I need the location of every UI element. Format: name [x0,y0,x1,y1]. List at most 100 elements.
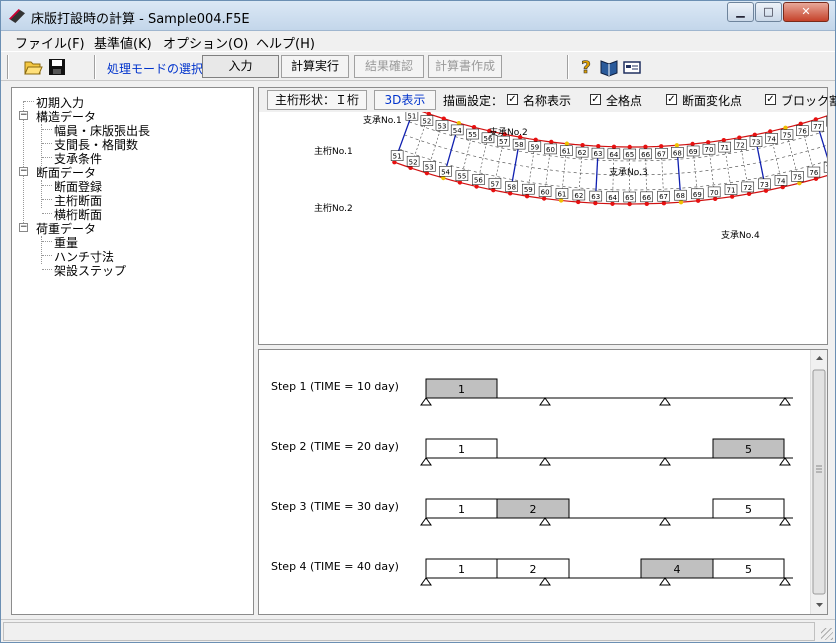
girder1-node-label: 59 [530,144,539,152]
help-icon[interactable]: ? [576,57,596,77]
open-folder-icon[interactable] [23,57,43,77]
tree-connector [42,255,52,256]
erection-step: Step 2 (TIME = 20 day) 1 5 [271,438,793,466]
node-point [661,201,667,206]
girder2-node-label: 65 [625,194,634,202]
menu-file[interactable]: ファイル(F) [15,33,85,52]
step-label: Step 4 (TIME = 40 day) [271,560,399,573]
support-label: 支承No.3 [609,166,648,178]
erection-step: Step 4 (TIME = 40 day) 1 2 4 5 [271,558,793,586]
node-point [507,191,513,196]
girder2-node-label: 77 [826,164,827,172]
girder2-node-label: 54 [441,168,450,176]
girder1-node-label: 73 [752,139,761,147]
save-icon[interactable] [47,57,67,77]
support-label: 支承No.1 [363,114,402,126]
girder-label: 主桁No.1 [314,145,353,157]
node-point [678,199,684,205]
slab-block-number: 5 [745,503,752,516]
tree-connector [42,129,52,130]
menu-standard-values[interactable]: 基準値(K) [94,33,152,52]
tree-item-erection-step[interactable]: 架設ステップ [54,262,126,279]
support-icon [420,457,432,466]
girder2-node-label: 75 [793,173,802,181]
girder-shape-button[interactable]: 主桁形状：Ｉ桁 [267,90,367,110]
node-point [695,198,701,203]
all-nodes-checkbox[interactable]: ✓ [590,94,601,105]
node-point [643,144,648,150]
girder1-node-label: 74 [767,135,776,143]
slab-block-number: 2 [530,563,537,576]
app-icon [9,9,25,23]
girder1-node-label: 57 [499,138,508,146]
book-icon[interactable] [599,57,619,77]
node-point [564,141,570,146]
node-point [674,143,680,148]
slab-block-number: 5 [745,563,752,576]
collapse-icon[interactable]: − [19,167,28,176]
node-point [763,188,769,193]
resize-grip-icon[interactable] [821,628,833,640]
girder-plan-drawing[interactable]: 51 52 53 54 55 56 57 58 59 60 61 62 63 64 65 66 67 68 69 70… [259,112,827,344]
girder2-node-label: 58 [507,183,516,191]
input-mode-button[interactable]: 入力 [202,55,279,78]
maximize-button[interactable]: □ [755,2,782,22]
girder2-node-label: 60 [541,189,550,197]
support-icon [779,577,791,586]
menu-options[interactable]: オプション(O) [163,33,248,52]
lateral-line [404,134,827,176]
menu-help[interactable]: ヘルプ(H) [256,33,315,52]
girder1-node-label: 53 [438,122,447,130]
close-button[interactable]: ✕ [783,2,829,22]
scroll-down-icon [816,603,823,607]
vertical-scrollbar[interactable] [810,350,827,614]
all-nodes-label: 全格点 [606,94,643,108]
girder1-node-label: 65 [625,151,634,159]
show-names-label: 名称表示 [523,94,572,108]
girder1-node-label: 68 [673,149,682,157]
version-icon[interactable] [622,57,642,77]
3d-view-button[interactable]: 3D表示 [374,90,436,110]
node-point [549,139,554,145]
slab-block-number: 1 [458,443,465,456]
block-division-checkbox[interactable]: ✓ [765,94,776,105]
show-names-checkbox[interactable]: ✓ [507,94,518,105]
support-icon [539,517,551,526]
girder1-node-label: 66 [641,151,650,159]
girder1-node-label: 75 [783,132,792,140]
support-icon [659,457,671,466]
step-label: Step 3 (TIME = 30 day) [271,500,399,513]
support-icon [420,397,432,406]
tree-connector [42,157,52,158]
girder2-node-label: 55 [457,173,466,181]
section-change-checkbox[interactable]: ✓ [666,94,677,105]
node-point [576,199,581,205]
collapse-icon[interactable]: − [19,223,28,232]
check-results-button: 結果確認 [354,55,424,78]
collapse-icon[interactable]: − [19,111,28,120]
minimize-button[interactable]: ▁ [727,2,754,22]
support-icon [539,577,551,586]
girder2-node-label: 51 [393,153,402,161]
tree-connector [41,124,42,166]
girder1-node-label: 69 [689,148,698,156]
girder2-node-label: 52 [409,158,418,166]
girder2-node-label: 64 [608,194,617,202]
tree-connector [42,185,52,186]
node-point [706,140,711,145]
tree-connector [24,101,34,102]
title-bar[interactable]: 床版打設時の計算 - Sample004.F5E ▁ □ ✕ [1,1,835,31]
run-calculation-button[interactable]: 計算実行 [281,55,349,78]
girder2-node-label: 71 [727,187,736,195]
plan-view-panel: 主桁形状：Ｉ桁 3D表示 描画設定： ✓ 名称表示 ✓ 全格点 ✓ 断面変化点 … [258,87,836,345]
girder1-node-label: 51 [407,112,416,120]
girder2-node-label: 72 [743,184,752,192]
step-label: Step 1 (TIME = 10 day) [271,380,399,393]
node-point [729,194,735,199]
support-icon [420,577,432,586]
girder2-node-label: 62 [574,192,583,200]
girder2-node-label: 63 [591,193,600,201]
node-point [541,196,547,201]
girder1-node-label: 76 [798,128,807,136]
status-field [3,622,815,641]
